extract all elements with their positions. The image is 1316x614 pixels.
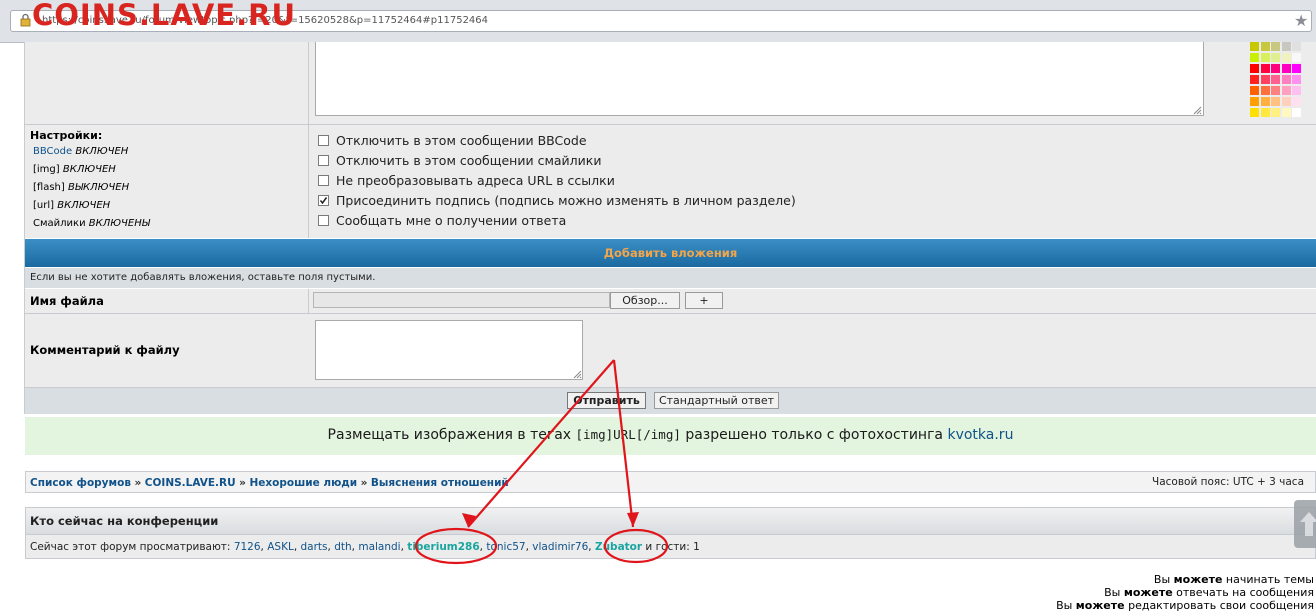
annotation-circle-left (414, 527, 498, 565)
annotation-arrowhead-right (627, 512, 639, 527)
annotation-circle-right (603, 528, 669, 564)
annotation-overlay (414, 359, 669, 565)
annotation-arrow-right (612, 359, 635, 528)
annotation-arrow-left (467, 359, 615, 528)
